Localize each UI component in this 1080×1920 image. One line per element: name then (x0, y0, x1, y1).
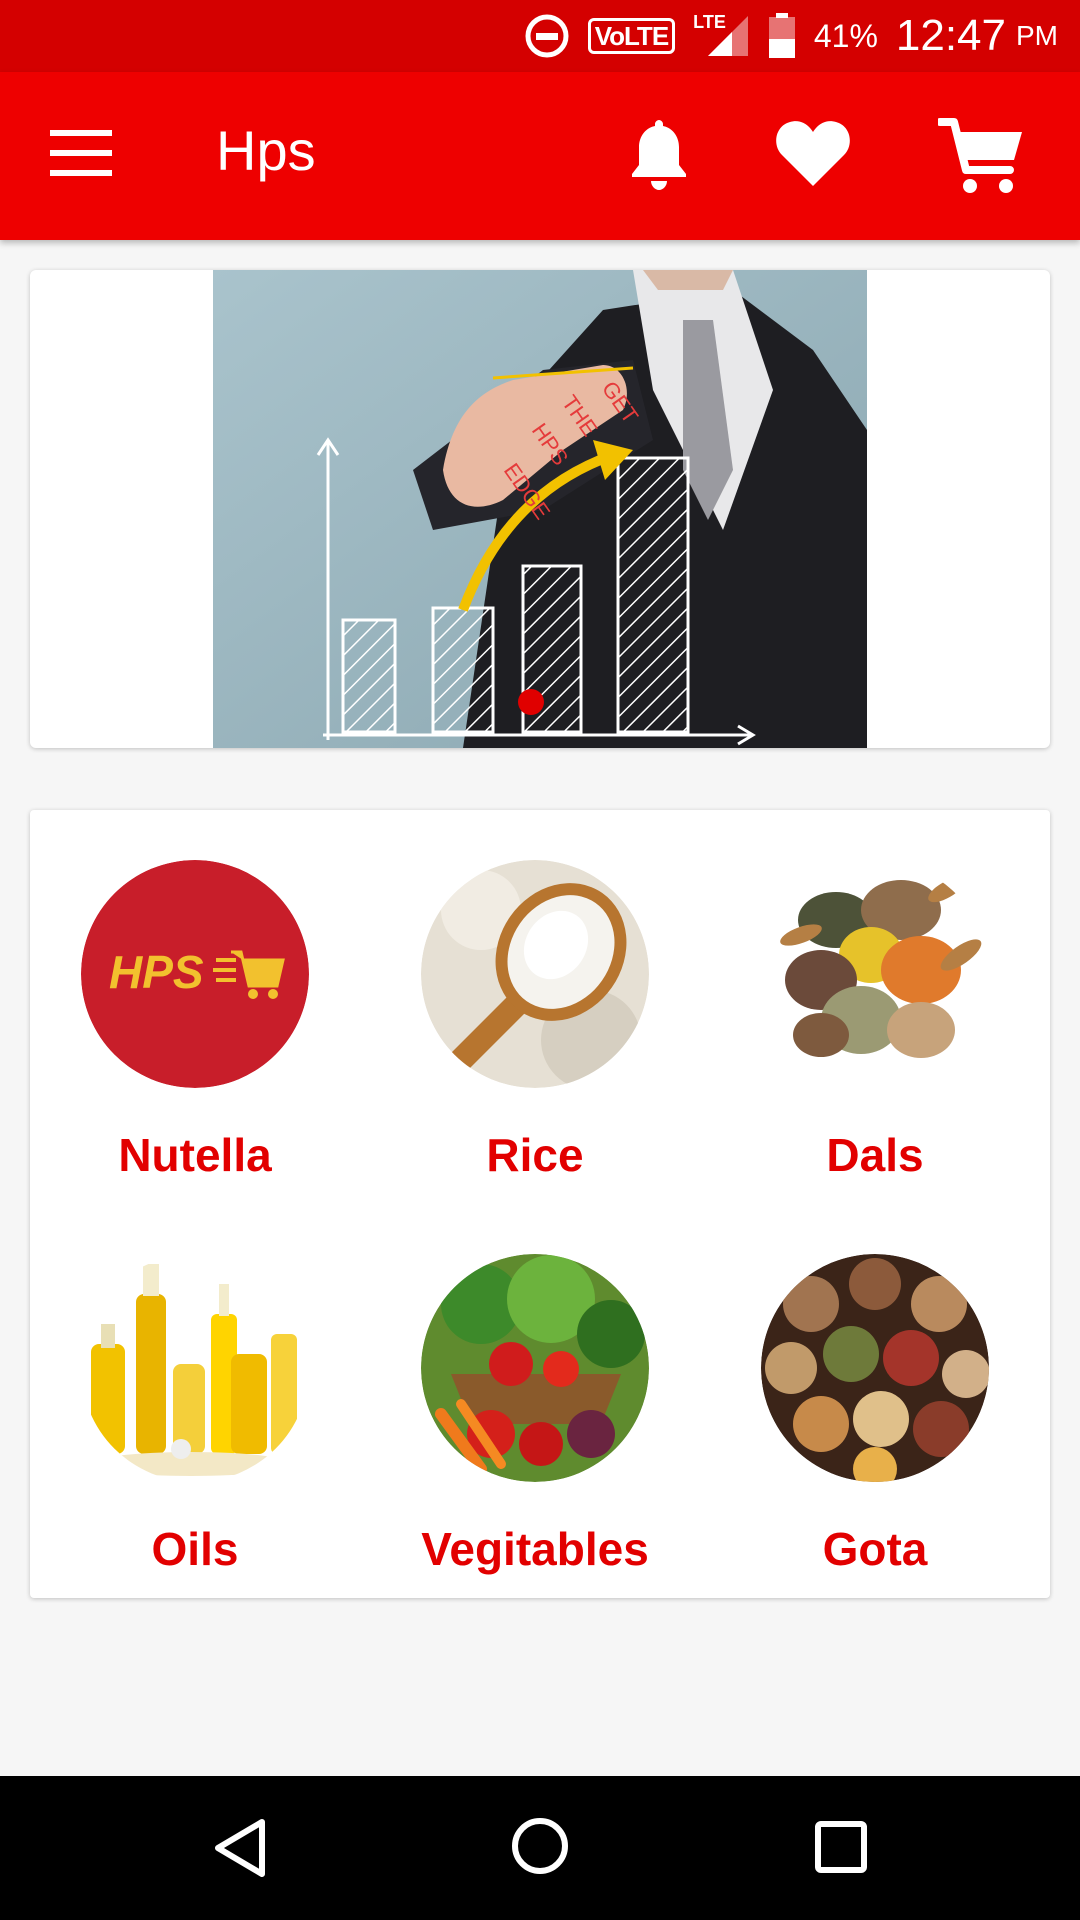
do-not-disturb-icon (524, 13, 570, 59)
dals-image (761, 860, 989, 1088)
system-nav-bar (0, 1776, 1080, 1920)
category-nutella[interactable]: HPS Nutella (30, 810, 370, 1204)
app-bar: Hps (0, 72, 1080, 240)
status-icons: VoLTE LTE 41% 12:47 PM (524, 0, 1058, 72)
categories-grid: HPS Nutella Rice Dals Oils Vegitables Go… (30, 810, 1050, 1598)
hamburger-menu-icon[interactable] (50, 130, 112, 180)
shopping-cart-icon[interactable] (936, 114, 1024, 198)
app-title: Hps (216, 119, 316, 182)
volte-badge: VoLTE (587, 18, 676, 54)
category-label: Dals (826, 1129, 924, 1181)
vegitables-image (421, 1254, 649, 1482)
hps-logo-image: HPS (81, 860, 309, 1088)
category-rice[interactable]: Rice (370, 810, 710, 1204)
logo-text: HPS (109, 946, 204, 998)
category-dals[interactable]: Dals (710, 810, 1050, 1204)
category-label: Gota (822, 1523, 928, 1575)
banner-image: EDGE HPS THE GET (213, 270, 867, 748)
back-icon[interactable] (210, 1816, 270, 1885)
category-label: Nutella (118, 1129, 272, 1181)
battery-percent: 41% (813, 17, 878, 54)
gota-image (761, 1254, 989, 1482)
category-oils[interactable]: Oils (30, 1204, 370, 1598)
signal-icon: LTE (693, 11, 750, 58)
status-bar: VoLTE LTE 41% 12:47 PM (0, 0, 1080, 72)
notification-bell-icon[interactable] (628, 116, 690, 192)
category-label: Vegitables (421, 1523, 649, 1575)
category-gota[interactable]: Gota (710, 1204, 1050, 1598)
lte-label: LTE (693, 11, 726, 32)
promo-banner[interactable]: EDGE HPS THE GET (30, 270, 1050, 748)
category-vegitables[interactable]: Vegitables (370, 1204, 710, 1598)
recent-apps-icon[interactable] (814, 1820, 868, 1879)
clock-time: 12:47 (895, 11, 1006, 60)
oils-image (81, 1254, 309, 1482)
category-label: Rice (486, 1129, 584, 1181)
battery-icon (768, 13, 796, 59)
home-icon[interactable] (510, 1816, 570, 1881)
clock-ampm: PM (1016, 20, 1058, 51)
category-label: Oils (151, 1523, 239, 1575)
rice-image (421, 860, 649, 1088)
favorites-heart-icon[interactable] (774, 118, 852, 188)
